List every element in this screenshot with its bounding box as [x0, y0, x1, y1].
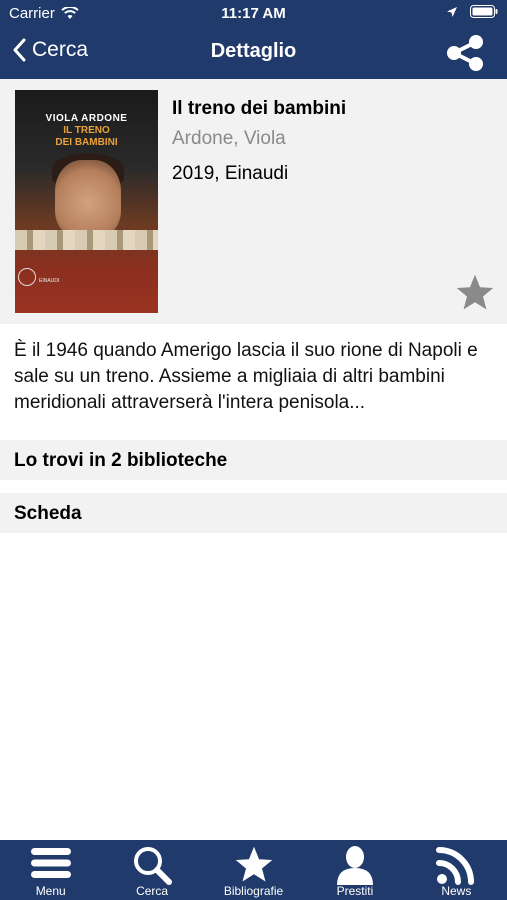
clock: 11:17 AM [221, 5, 286, 22]
book-publication: 2019, Einaudi [172, 163, 289, 184]
cover-illustration-plank [15, 230, 158, 250]
navigation-bar: Cerca Dettaglio [0, 28, 507, 79]
tab-bibliografie[interactable]: Bibliografie [203, 840, 304, 900]
libraries-row[interactable]: Lo trovi in 2 biblioteche [0, 440, 507, 480]
battery-icon [470, 5, 498, 18]
page-title: Dettaglio [210, 40, 297, 62]
tab-news-label: News [441, 884, 472, 898]
book-description: È il 1946 quando Amerigo lascia il suo r… [14, 340, 478, 413]
tab-cerca[interactable]: Cerca [101, 840, 202, 900]
tab-bar: Menu Cerca Bibliografie Prestiti News [0, 840, 507, 900]
rss-icon [436, 847, 475, 885]
tab-menu[interactable]: Menu [0, 840, 101, 900]
cover-illustration-face [55, 160, 121, 238]
star-icon [456, 274, 494, 310]
share-button[interactable] [445, 34, 485, 77]
libraries-label: Lo trovi in 2 biblioteche [14, 450, 228, 471]
scheda-label: Scheda [14, 503, 82, 524]
book-title: Il treno dei bambini [172, 98, 347, 119]
tab-prestiti-label: Prestiti [336, 884, 374, 898]
cover-author: VIOLA ARDONE [45, 113, 128, 124]
cover-title-line1: IL TRENO [63, 125, 110, 136]
book-cover[interactable]: VIOLA ARDONE IL TRENO DEI BAMBINI EINAUD… [15, 90, 158, 313]
location-arrow-icon [447, 6, 457, 17]
tab-bibliografie-label: Bibliografie [223, 884, 284, 898]
menu-icon [30, 848, 71, 878]
user-icon [336, 846, 373, 885]
book-author[interactable]: Ardone, Viola [172, 128, 286, 150]
tab-news[interactable]: News [406, 840, 507, 900]
tab-cerca-label: Cerca [136, 884, 169, 898]
cover-title: IL TRENO DEI BAMBINI [15, 125, 158, 149]
cover-publisher: EINAUDI [39, 278, 60, 284]
tab-prestiti[interactable]: Prestiti [304, 840, 405, 900]
search-icon [134, 847, 173, 885]
cover-title-line2: DEI BAMBINI [55, 137, 118, 148]
favorite-button[interactable] [454, 273, 496, 318]
publisher-seal-icon [18, 268, 36, 286]
star-icon [235, 846, 272, 882]
tab-menu-label: Menu [35, 884, 66, 898]
share-icon [447, 35, 483, 71]
status-bar: Carrier 11:17 AM [0, 0, 507, 28]
scheda-row[interactable]: Scheda [0, 493, 507, 533]
